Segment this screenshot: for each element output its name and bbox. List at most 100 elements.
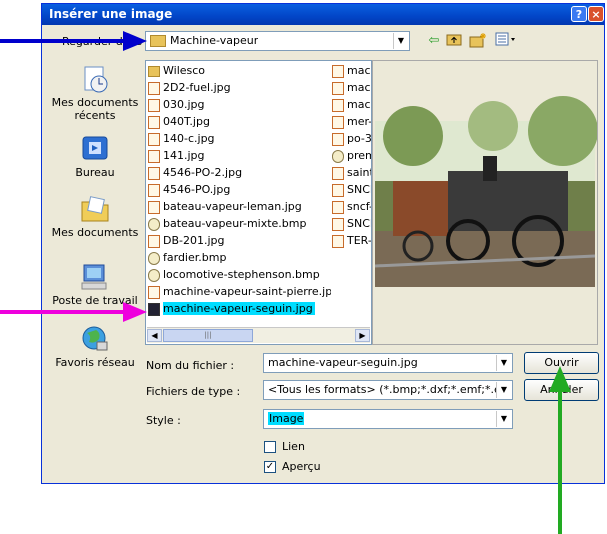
image-file-icon <box>332 183 344 197</box>
link-checkbox[interactable] <box>264 441 276 453</box>
file-item[interactable]: machine-vapeur-seguin.jpg <box>148 301 331 317</box>
place-recent-documents[interactable]: Mes documents récents <box>50 64 140 122</box>
file-name: po-3 <box>347 132 372 145</box>
scroll-thumb[interactable]: ||| <box>163 329 253 342</box>
style-dropdown[interactable]: Image ▼ <box>263 409 513 429</box>
blue-arrow-annotation <box>0 31 147 51</box>
file-name: 141.jpg <box>163 149 205 162</box>
place-network[interactable]: Favoris réseau <box>50 324 140 369</box>
file-item[interactable]: 030.jpg <box>148 97 331 113</box>
image-file-icon <box>332 132 344 146</box>
file-name: 140-c.jpg <box>163 132 215 145</box>
place-label: Bureau <box>75 166 115 179</box>
image-file-icon <box>148 132 160 146</box>
image-file-icon <box>332 81 344 95</box>
chevron-down-icon[interactable]: ▼ <box>496 411 511 427</box>
preview-label: Aperçu <box>282 460 321 473</box>
file-item[interactable]: prem <box>332 148 371 164</box>
views-menu-icon[interactable] <box>494 32 518 50</box>
image-file-icon <box>148 166 160 180</box>
file-name: sncf- <box>347 200 372 213</box>
file-item[interactable]: locomotive-stephenson.bmp <box>148 267 331 283</box>
file-type-value: <Tous les formats> (*.bmp;*.dxf;*.emf;*.… <box>268 383 496 396</box>
place-label: Mes documents récents <box>51 96 139 122</box>
file-item[interactable]: bateau-vapeur-mixte.bmp <box>148 216 331 232</box>
image-file-icon <box>148 285 160 299</box>
file-item[interactable]: mach <box>332 63 371 79</box>
file-item[interactable]: saint <box>332 165 372 181</box>
file-item[interactable]: 4546-PO-2.jpg <box>148 165 331 181</box>
place-my-documents[interactable]: Mes documents <box>50 194 140 239</box>
file-item[interactable]: 040T.jpg <box>148 114 331 130</box>
insert-image-dialog: Insérer une image ? × Regarder dans : Ma… <box>41 3 605 484</box>
image-file-icon <box>148 115 160 129</box>
preview-checkbox[interactable]: ✓ <box>264 461 276 473</box>
bitmap-file-icon <box>148 251 160 265</box>
locomotive-photo <box>374 63 597 287</box>
file-item[interactable]: fardier.bmp <box>148 250 331 266</box>
back-arrow-icon[interactable]: ⇦ <box>425 32 443 50</box>
file-list[interactable]: Wilesco 2D2-fuel.jpg 030.jpg 040T.jpg 140-c.… <box>145 60 372 345</box>
file-item[interactable]: machine-vapeur-saint-pierre.jpg <box>148 284 331 300</box>
place-desktop[interactable]: Bureau <box>50 134 140 179</box>
chevron-down-icon[interactable]: ▼ <box>393 33 408 49</box>
file-item[interactable]: po-3 <box>332 131 372 147</box>
chevron-down-icon[interactable]: ▼ <box>496 355 511 371</box>
file-item[interactable]: 141.jpg <box>148 148 331 164</box>
look-in-dropdown[interactable]: Machine-vapeur ▼ <box>145 31 410 51</box>
image-file-icon <box>332 217 344 231</box>
image-file-icon <box>148 81 160 95</box>
scroll-left-icon[interactable]: ◀ <box>147 329 162 342</box>
file-item[interactable]: DB-201.jpg <box>148 233 331 249</box>
new-folder-icon[interactable] <box>469 32 487 50</box>
file-item[interactable]: TER- <box>332 233 372 249</box>
file-item[interactable]: mer- <box>332 114 371 130</box>
close-button[interactable]: × <box>588 6 604 22</box>
magenta-arrow-annotation <box>0 302 147 322</box>
look-in-value: Machine-vapeur <box>170 34 259 47</box>
scroll-right-icon[interactable]: ▶ <box>355 329 370 342</box>
file-item[interactable]: 140-c.jpg <box>148 131 331 147</box>
help-button[interactable]: ? <box>571 6 587 22</box>
place-label: Favoris réseau <box>55 356 135 369</box>
style-label: Style : <box>146 414 181 427</box>
style-value: Image <box>268 412 305 425</box>
my-documents-icon <box>79 194 111 224</box>
bitmap-file-icon <box>148 217 160 231</box>
title-bar[interactable]: Insérer une image ? × <box>42 4 604 25</box>
up-folder-icon[interactable] <box>445 32 463 50</box>
file-name: bateau-vapeur-mixte.bmp <box>163 217 307 230</box>
file-item[interactable]: mach <box>332 97 371 113</box>
file-name: 4546-PO-2.jpg <box>163 166 243 179</box>
file-name: 030.jpg <box>163 98 205 111</box>
file-item[interactable]: bateau-vapeur-leman.jpg <box>148 199 331 215</box>
image-file-icon <box>148 149 160 163</box>
file-name-label: Nom du fichier : <box>146 359 235 372</box>
file-item[interactable]: sncf- <box>332 199 372 215</box>
folder-icon <box>150 35 166 47</box>
file-item[interactable]: 2D2-fuel.jpg <box>148 80 331 96</box>
green-arrow-annotation <box>549 366 571 534</box>
file-type-dropdown[interactable]: <Tous les formats> (*.bmp;*.dxf;*.emf;*.… <box>263 380 513 400</box>
file-name: SNCF <box>347 183 371 196</box>
file-name: prem <box>347 149 371 162</box>
file-name: machine-vapeur-seguin.jpg <box>163 302 315 315</box>
file-item[interactable]: 4546-PO.jpg <box>148 182 331 198</box>
image-file-icon <box>332 98 344 112</box>
folder-item[interactable]: Wilesco <box>148 63 331 79</box>
file-item[interactable]: mach <box>332 80 371 96</box>
file-name: TER- <box>347 234 372 247</box>
horizontal-scrollbar[interactable]: ◀ ||| ▶ <box>147 327 370 343</box>
image-file-icon <box>148 234 160 248</box>
file-name: mach <box>347 81 371 94</box>
image-file-icon <box>332 200 344 214</box>
file-name: SNCF <box>347 217 371 230</box>
image-file-icon <box>332 64 344 78</box>
file-item[interactable]: SNCF <box>332 216 371 232</box>
file-item[interactable]: SNCF <box>332 182 371 198</box>
chevron-down-icon[interactable]: ▼ <box>496 382 511 398</box>
file-name: saint <box>347 166 372 179</box>
dialog-title: Insérer une image <box>49 7 173 21</box>
file-type-label: Fichiers de type : <box>146 385 241 398</box>
file-name-input[interactable]: machine-vapeur-seguin.jpg ▼ <box>263 353 513 373</box>
